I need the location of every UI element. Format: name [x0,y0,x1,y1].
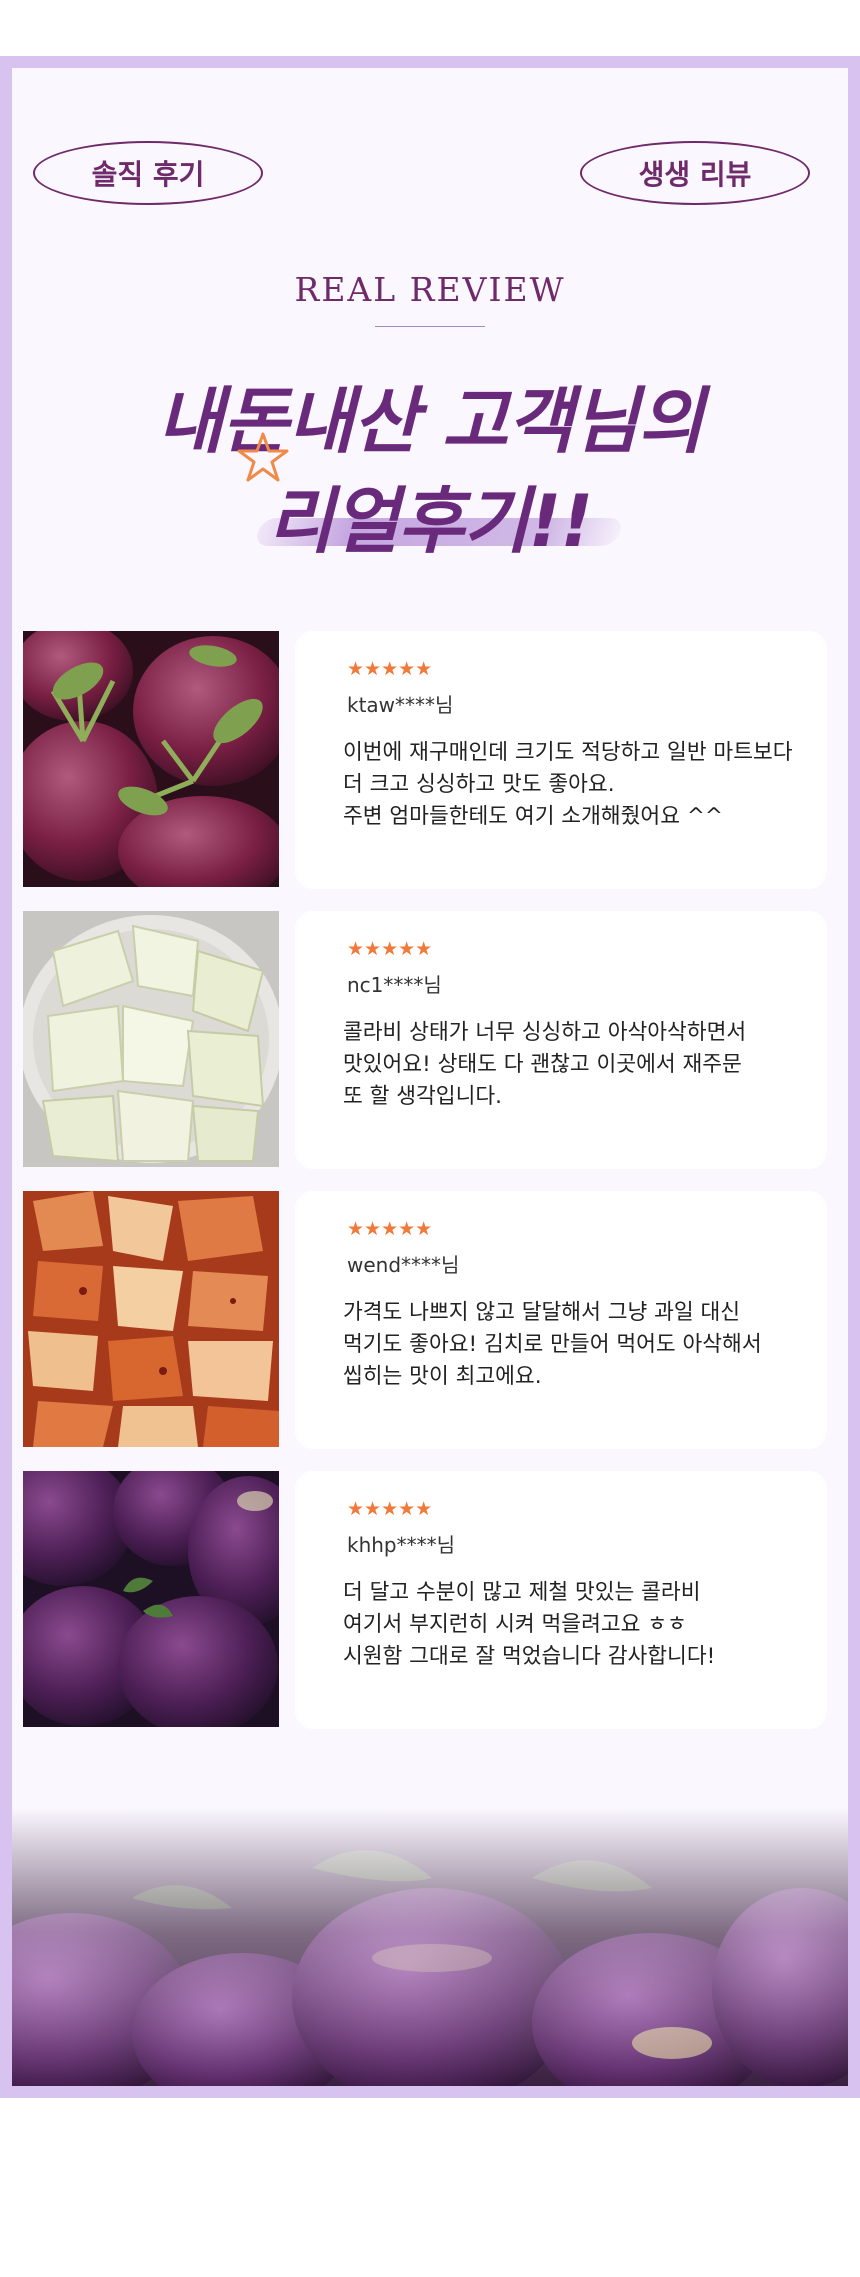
review-text: 콜라비 상태가 너무 싱싱하고 아삭아삭하면서 맛있어요! 상태도 다 괜찮고 … [343,1020,747,1109]
review-text: 더 달고 수분이 많고 제철 맛있는 콜라비 여기서 부지런히 시켜 먹을려고요… [343,1580,716,1669]
review-text: 가격도 나쁘지 않고 달달해서 그냥 과일 대신 먹기도 좋아요! 김치로 만들… [343,1300,762,1389]
reviewer-name: wend****님 [347,1253,460,1277]
review-item: ★★★★★ khhp****님 더 달고 수분이 많고 제철 맛있는 콜라비 여… [0,1471,860,1729]
eyebrow-divider [375,326,485,327]
purple-kohlrabi-photo [23,1471,279,1727]
review-text: 이번에 재구매인데 크기도 적당하고 일반 마트보다 더 크고 싱싱하고 맛도 … [343,740,793,829]
headline-line-1: 내돈내산 고객님의 [157,379,704,463]
review-item: ★★★★★ ktaw****님 이번에 재구매인데 크기도 적당하고 일반 마트… [0,631,860,889]
review-item: ★★★★★ nc1****님 콜라비 상태가 너무 싱싱하고 아삭아삭하면서 맛… [0,911,860,1169]
star-doodle-icon [236,430,290,484]
sliced-kohlrabi-photo [23,911,279,1167]
rating-stars: ★★★★★ [347,1218,433,1240]
reviewer-name: khhp****님 [347,1533,456,1557]
kohlrabi-pile-photo [12,1808,848,2086]
review-item: ★★★★★ wend****님 가격도 나쁘지 않고 달달해서 그냥 과일 대신… [0,1191,860,1449]
review-card: ★★★★★ khhp****님 더 달고 수분이 많고 제철 맛있는 콜라비 여… [295,1471,827,1729]
vivid-review-tag: 생생 리뷰 [580,141,810,205]
rating-stars: ★★★★★ [347,938,433,960]
headline-line-2: 리얼후기!! [267,479,594,563]
honest-review-tag: 솔직 후기 [33,141,263,205]
review-card: ★★★★★ ktaw****님 이번에 재구매인데 크기도 적당하고 일반 마트… [295,631,827,889]
rating-stars: ★★★★★ [347,658,433,680]
rating-stars: ★★★★★ [347,1498,433,1520]
reviewer-name: nc1****님 [347,973,442,997]
review-card: ★★★★★ nc1****님 콜라비 상태가 너무 싱싱하고 아삭아삭하면서 맛… [295,911,827,1169]
whole-kohlrabi-photo [23,631,279,887]
kohlrabi-kimchi-photo [23,1191,279,1447]
section-eyebrow: REAL REVIEW [294,270,566,309]
review-card: ★★★★★ wend****님 가격도 나쁘지 않고 달달해서 그냥 과일 대신… [295,1191,827,1449]
reviewer-name: ktaw****님 [347,693,454,717]
